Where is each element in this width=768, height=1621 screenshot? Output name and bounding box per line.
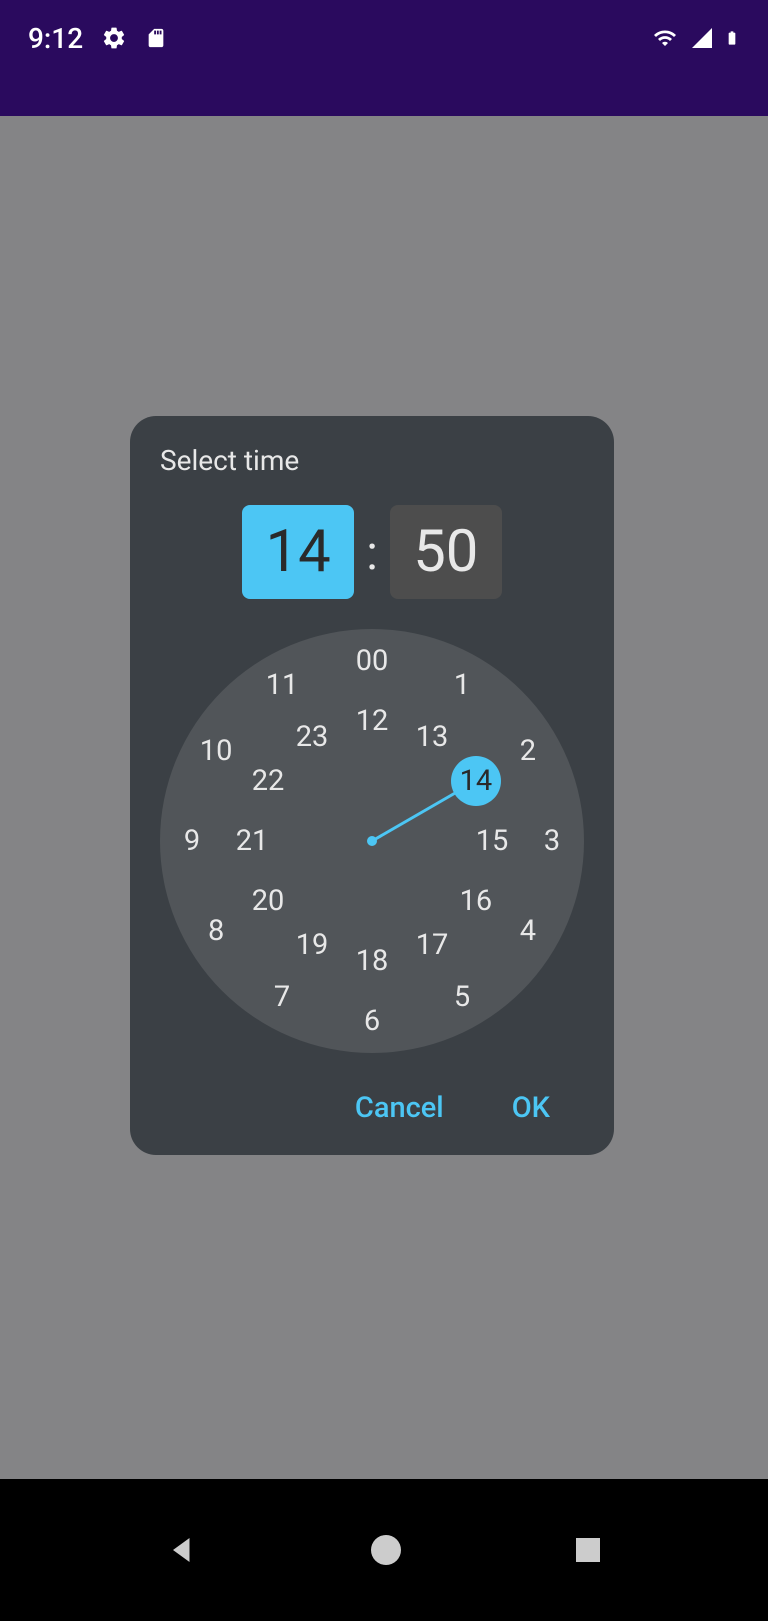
status-time: 9:12 bbox=[28, 22, 83, 55]
ok-button[interactable]: OK bbox=[498, 1081, 564, 1135]
screen-backdrop: Select time 14 : 50 00123456789101112131… bbox=[0, 116, 768, 1479]
clock-hour-16[interactable]: 16 bbox=[451, 876, 501, 926]
signal-icon bbox=[690, 26, 714, 50]
clock-hour-2[interactable]: 2 bbox=[503, 726, 553, 776]
clock-hour-20[interactable]: 20 bbox=[243, 876, 293, 926]
clock-hour-13[interactable]: 13 bbox=[407, 712, 457, 762]
gear-icon bbox=[101, 25, 127, 51]
battery-icon bbox=[724, 25, 740, 51]
clock-hour-4[interactable]: 4 bbox=[503, 906, 553, 956]
status-bar: 9:12 bbox=[0, 0, 768, 116]
sd-card-icon bbox=[145, 25, 167, 51]
clock-hour-17[interactable]: 17 bbox=[407, 920, 457, 970]
clock-hour-6[interactable]: 6 bbox=[347, 996, 397, 1046]
clock-hour-3[interactable]: 3 bbox=[527, 816, 577, 866]
status-left: 9:12 bbox=[28, 22, 167, 55]
home-icon[interactable] bbox=[368, 1532, 404, 1568]
clock-hour-15[interactable]: 15 bbox=[467, 816, 517, 866]
clock-hour-11[interactable]: 11 bbox=[257, 660, 307, 710]
time-colon: : bbox=[366, 524, 378, 581]
clock-hour-14[interactable]: 14 bbox=[451, 756, 501, 806]
clock-hour-10[interactable]: 10 bbox=[191, 726, 241, 776]
clock-hour-18[interactable]: 18 bbox=[347, 936, 397, 986]
hour-selector[interactable]: 14 bbox=[242, 505, 354, 599]
clock-hour-19[interactable]: 19 bbox=[287, 920, 337, 970]
minute-selector[interactable]: 50 bbox=[390, 505, 502, 599]
cancel-button[interactable]: Cancel bbox=[341, 1081, 458, 1135]
clock-hour-7[interactable]: 7 bbox=[257, 972, 307, 1022]
recents-icon[interactable] bbox=[572, 1534, 604, 1566]
clock-face[interactable]: 001234567891011121314151617181920212223 bbox=[160, 629, 584, 1053]
clock-hour-8[interactable]: 8 bbox=[191, 906, 241, 956]
dialog-title: Select time bbox=[160, 444, 584, 477]
status-right bbox=[650, 25, 740, 51]
clock-hour-12[interactable]: 12 bbox=[347, 696, 397, 746]
navigation-bar bbox=[0, 1479, 768, 1621]
clock-hour-5[interactable]: 5 bbox=[437, 972, 487, 1022]
clock-hour-9[interactable]: 9 bbox=[167, 816, 217, 866]
clock-hour-1[interactable]: 1 bbox=[437, 660, 487, 710]
clock-face-container[interactable]: 001234567891011121314151617181920212223 bbox=[160, 629, 584, 1053]
back-icon[interactable] bbox=[164, 1532, 200, 1568]
clock-center-dot bbox=[367, 836, 377, 846]
clock-hour-00[interactable]: 00 bbox=[347, 636, 397, 686]
time-picker-dialog: Select time 14 : 50 00123456789101112131… bbox=[130, 416, 614, 1155]
clock-hour-21[interactable]: 21 bbox=[227, 816, 277, 866]
wifi-icon bbox=[650, 26, 680, 50]
clock-hour-23[interactable]: 23 bbox=[287, 712, 337, 762]
time-display: 14 : 50 bbox=[160, 505, 584, 599]
dialog-actions: Cancel OK bbox=[160, 1081, 584, 1135]
clock-hour-22[interactable]: 22 bbox=[243, 756, 293, 806]
